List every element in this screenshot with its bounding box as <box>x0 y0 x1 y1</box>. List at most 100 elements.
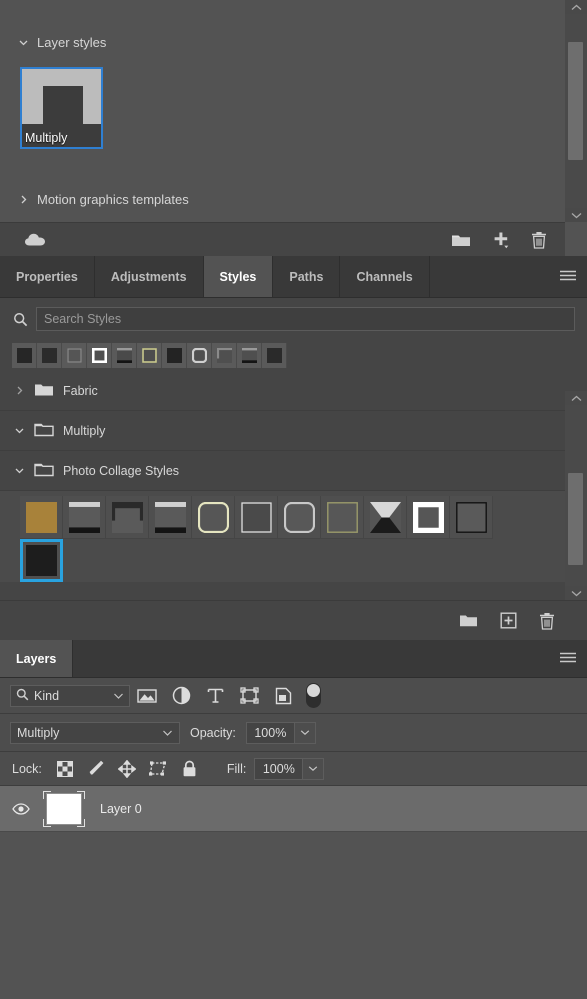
folder-closed-icon <box>34 382 54 400</box>
chevron-right-icon[interactable] <box>18 194 29 205</box>
style-preset-chip[interactable] <box>37 343 62 368</box>
lock-all-icon[interactable] <box>174 760 205 778</box>
tab-layers[interactable]: Layers <box>0 640 74 677</box>
libraries-scrollbar[interactable] <box>565 0 587 222</box>
style-preset-chip[interactable] <box>62 343 87 368</box>
new-group-icon[interactable] <box>451 232 471 248</box>
style-preset-thumbnail <box>16 348 32 363</box>
style-swatch[interactable] <box>235 496 278 539</box>
panel-menu-icon[interactable] <box>557 648 579 670</box>
cloud-icon[interactable] <box>24 232 46 247</box>
layer-filter-row: Kind <box>0 678 587 714</box>
style-swatch[interactable] <box>450 496 493 539</box>
style-preset-chip[interactable] <box>162 343 187 368</box>
filter-smart-object-icon[interactable] <box>266 687 300 705</box>
chevron-right-icon[interactable] <box>14 385 25 396</box>
style-preset-chip[interactable] <box>187 343 212 368</box>
tab-properties[interactable]: Properties <box>0 256 95 297</box>
styles-scrollbar[interactable] <box>565 391 587 600</box>
chevron-down-icon[interactable] <box>570 208 583 222</box>
tab-adjustments[interactable]: Adjustments <box>94 256 204 297</box>
eye-icon[interactable] <box>0 802 42 815</box>
delete-style-icon[interactable] <box>539 612 555 630</box>
delete-icon[interactable] <box>531 231 547 249</box>
style-preset-chip[interactable] <box>262 343 287 368</box>
group-label: Photo Collage Styles <box>63 463 180 478</box>
filter-pixel-icon[interactable] <box>130 688 164 704</box>
style-swatch[interactable] <box>192 496 235 539</box>
add-content-icon[interactable] <box>491 231 511 249</box>
styles-group-photo-collage-styles[interactable]: Photo Collage Styles <box>0 451 565 491</box>
style-swatch[interactable] <box>20 496 63 539</box>
lock-position-icon[interactable] <box>112 759 143 778</box>
lock-transparent-pixels-icon[interactable] <box>50 760 81 777</box>
style-swatch[interactable] <box>407 496 450 539</box>
tab-paths[interactable]: Paths <box>273 256 341 297</box>
filter-type-icon[interactable] <box>198 687 232 704</box>
layer-list: Layer 0 <box>0 786 587 832</box>
style-preset-chip[interactable] <box>12 343 37 368</box>
scrollbar-thumb[interactable] <box>568 42 583 160</box>
style-preset-chip[interactable] <box>137 343 162 368</box>
styles-group-multiply[interactable]: Multiply <box>0 411 565 451</box>
style-swatch-thumbnail <box>283 501 315 533</box>
group-label: Multiply <box>63 423 106 438</box>
layers-tabbar: Layers <box>0 640 587 678</box>
style-preset-chip[interactable] <box>87 343 112 368</box>
style-swatch-selected[interactable] <box>20 539 63 582</box>
fill-field[interactable]: 100% <box>254 757 325 780</box>
style-swatch[interactable] <box>149 496 192 539</box>
blend-mode-value: Multiply <box>17 725 60 740</box>
tab-styles[interactable]: Styles <box>203 256 274 297</box>
style-swatch[interactable] <box>106 496 149 539</box>
layer-thumbnail[interactable] <box>42 790 86 827</box>
style-swatch[interactable] <box>278 496 321 539</box>
section-label: Motion graphics templates <box>37 191 189 207</box>
scrollbar-track[interactable] <box>565 405 587 586</box>
section-label: Layer styles <box>37 34 107 50</box>
tab-label: Properties <box>16 269 78 284</box>
chevron-down-icon[interactable] <box>162 726 173 740</box>
chevron-up-icon[interactable] <box>570 391 583 405</box>
filter-shape-icon[interactable] <box>232 687 266 704</box>
search-styles-input[interactable] <box>36 307 575 331</box>
chevron-down-icon[interactable] <box>570 586 583 600</box>
chevron-down-icon[interactable] <box>14 465 25 476</box>
layer-name[interactable]: Layer 0 <box>100 802 142 816</box>
panel-menu-icon[interactable] <box>557 266 579 288</box>
layer-row[interactable]: Layer 0 <box>0 786 587 832</box>
tab-channels[interactable]: Channels <box>340 256 430 297</box>
styles-group-fabric[interactable]: Fabric <box>0 371 565 411</box>
scrollbar-track[interactable] <box>565 14 587 208</box>
chevron-down-icon[interactable] <box>302 757 325 780</box>
section-motion-graphics-templates[interactable]: Motion graphics templates <box>0 187 565 211</box>
opacity-field[interactable]: 100% <box>245 721 316 744</box>
filter-enable-toggle[interactable] <box>306 683 321 708</box>
chevron-down-icon[interactable] <box>293 721 316 744</box>
lock-image-pixels-icon[interactable] <box>81 760 112 777</box>
new-group-icon[interactable] <box>459 613 478 628</box>
fill-value[interactable]: 100% <box>254 757 303 780</box>
filter-adjustment-icon[interactable] <box>164 686 198 705</box>
style-swatch[interactable] <box>364 496 407 539</box>
style-preset-chip[interactable] <box>112 343 137 368</box>
create-new-style-icon[interactable] <box>500 612 517 629</box>
style-swatch[interactable] <box>63 496 106 539</box>
style-swatch-thumbnail <box>455 501 487 533</box>
scrollbar-thumb[interactable] <box>568 473 583 565</box>
search-icon <box>16 688 29 704</box>
style-preset-chip[interactable] <box>237 343 262 368</box>
chevron-up-icon[interactable] <box>570 0 583 14</box>
style-swatch-thumbnail <box>111 501 143 533</box>
opacity-value[interactable]: 100% <box>245 721 294 744</box>
blend-mode-select[interactable]: Multiply <box>10 721 180 744</box>
section-layer-styles[interactable]: Layer styles <box>0 30 565 54</box>
chevron-down-icon[interactable] <box>113 689 124 703</box>
filter-kind-select[interactable]: Kind <box>10 684 130 707</box>
chevron-down-icon[interactable] <box>18 37 29 48</box>
chevron-down-icon[interactable] <box>14 425 25 436</box>
style-swatch[interactable] <box>321 496 364 539</box>
style-preset-chip[interactable] <box>212 343 237 368</box>
library-asset-tile[interactable]: Multiply <box>20 67 103 149</box>
lock-artboard-nesting-icon[interactable] <box>143 760 174 777</box>
